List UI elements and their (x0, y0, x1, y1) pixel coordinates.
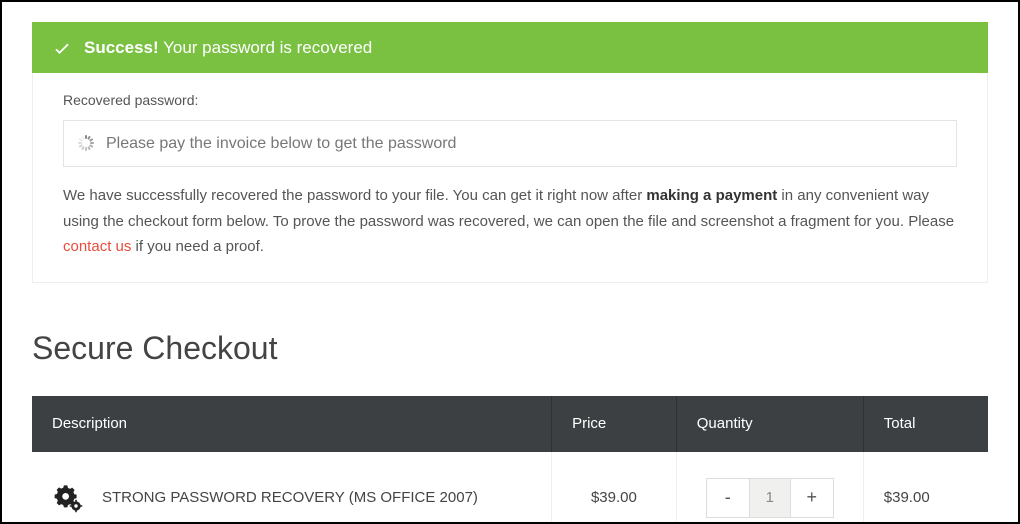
alert-message: Your password is recovered (163, 38, 372, 57)
quantity-stepper: - 1 + (706, 478, 834, 518)
loading-spinner-icon (78, 135, 94, 151)
password-box: Please pay the invoice below to get the … (63, 120, 957, 168)
qty-plus-button[interactable]: + (791, 479, 833, 517)
info-strong: making a payment (646, 187, 777, 204)
alert-bold: Success! (84, 38, 159, 57)
info-tail: if you need a proof. (131, 238, 264, 255)
table-row: STRONG PASSWORD RECOVERY (MS OFFICE 2007… (32, 452, 988, 524)
item-name: STRONG PASSWORD RECOVERY (MS OFFICE 2007… (102, 486, 478, 510)
checkout-title: Secure Checkout (32, 323, 988, 374)
page-root: Success! Your password is recovered Reco… (0, 0, 1020, 524)
checkout-table: Description Price Quantity Total (32, 396, 988, 524)
contact-us-link[interactable]: contact us (63, 238, 131, 255)
recovered-password-label: Recovered password: (63, 89, 957, 111)
success-alert: Success! Your password is recovered (32, 22, 988, 73)
info-lead: We have successfully recovered the passw… (63, 187, 646, 204)
password-placeholder: Please pay the invoice below to get the … (106, 131, 456, 157)
col-description: Description (32, 396, 552, 452)
gear-icon (52, 482, 84, 514)
alert-text: Success! Your password is recovered (84, 34, 372, 61)
check-icon (52, 38, 72, 58)
recovery-card: Recovered password: Please pay the invoi… (32, 73, 988, 282)
info-paragraph: We have successfully recovered the passw… (63, 183, 957, 260)
qty-value: 1 (749, 479, 791, 517)
col-total: Total (863, 396, 988, 452)
col-price: Price (552, 396, 677, 452)
item-price: $39.00 (552, 452, 677, 524)
qty-minus-button[interactable]: - (707, 479, 749, 517)
item-total: $39.00 (863, 452, 988, 524)
col-quantity: Quantity (676, 396, 863, 452)
